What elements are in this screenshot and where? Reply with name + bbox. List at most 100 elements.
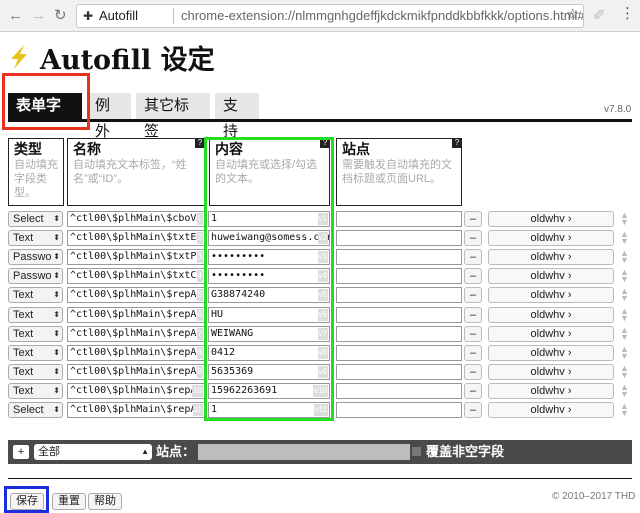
drag-handle-icon[interactable]: ▲ ▼ — [620, 363, 629, 379]
site-field[interactable] — [336, 325, 462, 342]
type-select[interactable]: Text ⬍ — [8, 287, 63, 304]
type-select[interactable]: Select ⬍ — [8, 211, 63, 227]
drag-handle-icon[interactable]: ▲ ▼ — [620, 249, 629, 265]
profile-select[interactable]: 全部 ▲ — [34, 444, 152, 460]
remove-rule-button[interactable]: – — [464, 268, 482, 285]
value-field[interactable]: huweiwang@somess.com v2 — [208, 230, 330, 247]
address-bar[interactable]: ✚ Autofill chrome-extension://nlmmgnhgde… — [76, 4, 584, 28]
profile-button[interactable]: oldwhv › — [488, 325, 614, 342]
remove-rule-button[interactable]: – — [464, 344, 482, 361]
type-select[interactable]: Text ⬍ — [8, 230, 63, 247]
name-field[interactable]: ^ctl00\$plhMain\$repAp 6 — [67, 306, 205, 323]
profile-button[interactable]: oldwhv › — [488, 382, 614, 399]
remove-rule-button[interactable]: – — [464, 306, 482, 323]
forward-icon[interactable]: → — [31, 7, 46, 25]
value-field[interactable]: ••••••••• v4 — [208, 268, 330, 285]
value-field[interactable]: ••••••••• v3 — [208, 249, 330, 266]
profile-button[interactable]: oldwhv › — [488, 306, 614, 323]
name-field[interactable]: ^ctl00\$plhMain\$cboVA 1 — [67, 211, 205, 227]
type-select[interactable]: Text ⬍ — [8, 306, 63, 323]
site-field[interactable] — [336, 363, 462, 380]
profile-button[interactable]: oldwhv › — [488, 363, 614, 380]
remove-rule-button[interactable]: – — [464, 249, 482, 266]
remove-rule-button[interactable]: – — [464, 325, 482, 342]
help-icon[interactable]: ? — [195, 138, 205, 148]
drag-handle-icon[interactable]: ▲ ▼ — [620, 230, 629, 246]
profile-button[interactable]: oldwhv › — [488, 402, 614, 418]
site-field[interactable] — [336, 306, 462, 323]
remove-rule-button[interactable]: – — [464, 382, 482, 399]
menu-icon[interactable]: ⋮ — [620, 5, 635, 23]
value-field[interactable]: 0412 v8 — [208, 344, 330, 361]
value-field[interactable]: 15962263691 v10 — [208, 382, 330, 399]
reload-icon[interactable]: ↻ — [54, 7, 67, 25]
drag-handle-icon[interactable]: ▲ ▼ — [620, 382, 629, 398]
name-field[interactable]: ^ctl00\$plhMain\$repAp 10 — [67, 382, 205, 399]
remove-rule-button[interactable]: – — [464, 402, 482, 418]
value-field[interactable]: WEIWANG v7 — [208, 325, 330, 342]
name-field[interactable]: ^ctl00\$plhMain\$repAp 11 — [67, 402, 205, 418]
profile-button[interactable]: oldwhv › — [488, 287, 614, 304]
star-icon[interactable]: ☆ — [566, 5, 579, 23]
drag-handle-icon[interactable]: ▲ ▼ — [620, 287, 629, 303]
value-field[interactable]: 5635369 v9 — [208, 363, 330, 380]
back-icon[interactable]: ← — [8, 7, 23, 25]
help-button[interactable]: 帮助 — [88, 493, 122, 510]
profile-button[interactable]: oldwhv › — [488, 230, 614, 247]
save-button[interactable]: 保存 — [10, 493, 44, 510]
type-select[interactable]: Text ⬍ — [8, 325, 63, 342]
drag-handle-icon[interactable]: ▲ ▼ — [620, 402, 629, 418]
drag-handle-icon[interactable]: ▲ ▼ — [620, 306, 629, 322]
extension-icon[interactable]: ✐ — [593, 6, 606, 24]
name-field[interactable]: ^ctl00\$plhMain\$repAp 9 — [67, 363, 205, 380]
site-input[interactable] — [198, 444, 410, 460]
value-field[interactable]: 1 v1 — [208, 211, 330, 227]
name-field[interactable]: ^ctl00\$plhMain\$txtEm 2 — [67, 230, 205, 247]
value-tag: v1 — [317, 213, 328, 225]
profile-button[interactable]: oldwhv › — [488, 249, 614, 266]
site-field[interactable] — [336, 344, 462, 361]
help-icon[interactable]: ? — [452, 138, 462, 148]
tab-form-fields[interactable]: 表单字段 — [8, 93, 82, 140]
value-field[interactable]: G38874240 v5 — [208, 287, 330, 304]
type-select[interactable]: Text ⬍ — [8, 363, 63, 380]
name-field[interactable]: ^ctl00\$plhMain\$repAp 5 — [67, 287, 205, 304]
site-field[interactable] — [336, 382, 462, 399]
drag-handle-icon[interactable]: ▲ ▼ — [620, 344, 629, 360]
name-field[interactable]: ^ctl00\$plhMain\$txtCn 4 — [67, 268, 205, 285]
add-rule-button[interactable]: + — [13, 445, 29, 459]
drag-handle-icon[interactable]: ▲ ▼ — [620, 325, 629, 341]
site-field[interactable] — [336, 230, 462, 247]
type-select[interactable]: Passwo ⬍ — [8, 249, 63, 266]
value-field[interactable]: HU v6 — [208, 306, 330, 323]
name-field[interactable]: ^ctl00\$plhMain\$txtPa 3 — [67, 249, 205, 266]
remove-rule-button[interactable]: – — [464, 287, 482, 304]
tab-other-labels[interactable]: 其它标签 — [136, 93, 210, 140]
help-icon[interactable]: ? — [320, 138, 330, 148]
name-field[interactable]: ^ctl00\$plhMain\$repAp 7 — [67, 325, 205, 342]
tab-exceptions[interactable]: 例外 — [87, 93, 131, 140]
remove-rule-button[interactable]: – — [464, 211, 482, 227]
type-select[interactable]: Text ⬍ — [8, 382, 63, 399]
remove-rule-button[interactable]: – — [464, 363, 482, 380]
remove-rule-button[interactable]: – — [464, 230, 482, 247]
site-field[interactable] — [336, 287, 462, 304]
type-select[interactable]: Select ⬍ — [8, 402, 63, 418]
table-row: Text ⬍ ^ctl00\$plhMain\$repAp 8 0412 v8 – oldwh… — [0, 344, 640, 363]
site-field[interactable] — [336, 268, 462, 285]
site-field[interactable] — [336, 211, 462, 227]
value-field[interactable]: 1 v11 — [208, 402, 330, 418]
overwrite-checkbox[interactable] — [412, 447, 421, 456]
drag-handle-icon[interactable]: ▲ ▼ — [620, 268, 629, 284]
drag-handle-icon[interactable]: ▲ ▼ — [620, 211, 629, 227]
profile-button[interactable]: oldwhv › — [488, 211, 614, 227]
site-field[interactable] — [336, 249, 462, 266]
profile-button[interactable]: oldwhv › — [488, 268, 614, 285]
tab-support[interactable]: 支持 — [215, 93, 259, 140]
reset-button[interactable]: 重置 — [52, 493, 86, 510]
name-field[interactable]: ^ctl00\$plhMain\$repAp 8 — [67, 344, 205, 361]
type-select[interactable]: Passwo ⬍ — [8, 268, 63, 285]
type-select[interactable]: Text ⬍ — [8, 344, 63, 361]
profile-button[interactable]: oldwhv › — [488, 344, 614, 361]
site-field[interactable] — [336, 402, 462, 418]
